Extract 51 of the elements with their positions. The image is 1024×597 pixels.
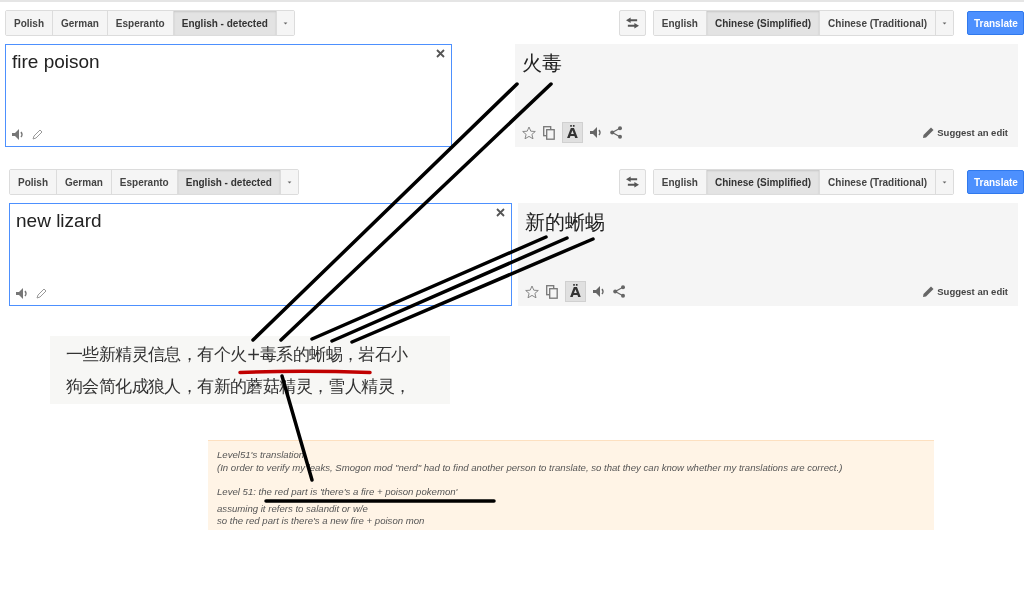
speaker-icon[interactable] <box>590 127 603 138</box>
excerpt-text-line: 一些新精灵信息，有个火+毒系的蜥蜴，岩石小 <box>66 343 409 366</box>
swap-arrows-icon <box>625 176 639 188</box>
language-tab[interactable]: Chinese (Traditional) <box>820 170 936 194</box>
pencil-icon <box>923 127 935 138</box>
close-icon[interactable] <box>436 49 445 58</box>
star-icon[interactable] <box>525 284 539 299</box>
translation-text: 火毒 <box>522 50 563 77</box>
language-tab[interactable]: English - detected <box>177 170 281 194</box>
speaker-icon[interactable] <box>12 129 25 140</box>
language-tab[interactable]: Chinese (Traditional) <box>820 11 936 35</box>
language-tab[interactable]: Esperanto <box>107 11 174 35</box>
swap-languages-button[interactable] <box>618 169 646 195</box>
speaker-icon[interactable] <box>593 286 606 297</box>
caret-icon <box>282 20 288 26</box>
swap-arrows-icon <box>625 17 639 29</box>
caret-icon <box>286 179 292 185</box>
copy-icon[interactable] <box>546 284 558 299</box>
note-text-line: assuming it refers to salandit or w/e <box>217 502 369 516</box>
language-tab[interactable]: English - detected <box>173 11 277 35</box>
language-tab[interactable]: Esperanto <box>111 170 178 194</box>
suggest-edit-link[interactable]: Suggest an edit <box>923 286 1008 297</box>
language-tab[interactable]: Chinese (Simplified) <box>706 170 821 194</box>
copy-icon[interactable] <box>543 125 555 140</box>
swap-languages-button[interactable] <box>618 10 646 36</box>
language-tab[interactable]: English <box>653 170 707 194</box>
note-text-line: Level 51: the red part is 'there's a fire + poison pokemon' <box>217 486 459 499</box>
language-tab[interactable]: German <box>53 11 108 35</box>
pencil-icon[interactable] <box>36 288 47 299</box>
romanization-button[interactable]: Ä <box>565 281 586 302</box>
share-icon[interactable] <box>610 126 622 139</box>
language-tab[interactable]: Polish <box>10 170 57 194</box>
language-tab[interactable]: Polish <box>6 11 53 35</box>
note-text-line: so the red part is there's a new fire + poison mon <box>217 515 426 528</box>
suggest-edit-link[interactable]: Suggest an edit <box>923 127 1008 138</box>
note-text-line: Level51's translation <box>217 449 306 462</box>
language-tab[interactable]: German <box>57 170 112 194</box>
caret-icon <box>942 179 947 185</box>
caret-icon <box>942 20 947 26</box>
romanization-button[interactable]: Ä <box>562 122 583 143</box>
pencil-icon <box>923 286 935 297</box>
source-text-field[interactable]: fire poison <box>5 44 452 147</box>
language-tab[interactable]: Chinese (Simplified) <box>706 11 821 35</box>
speaker-icon[interactable] <box>16 288 29 299</box>
language-tab[interactable]: English <box>653 11 707 35</box>
close-icon[interactable] <box>496 208 505 217</box>
star-icon[interactable] <box>522 125 536 140</box>
pencil-icon[interactable] <box>32 129 43 140</box>
source-text-field[interactable]: new lizard <box>9 203 512 306</box>
translation-text: 新的蜥蜴 <box>525 209 606 236</box>
share-icon[interactable] <box>613 285 625 298</box>
